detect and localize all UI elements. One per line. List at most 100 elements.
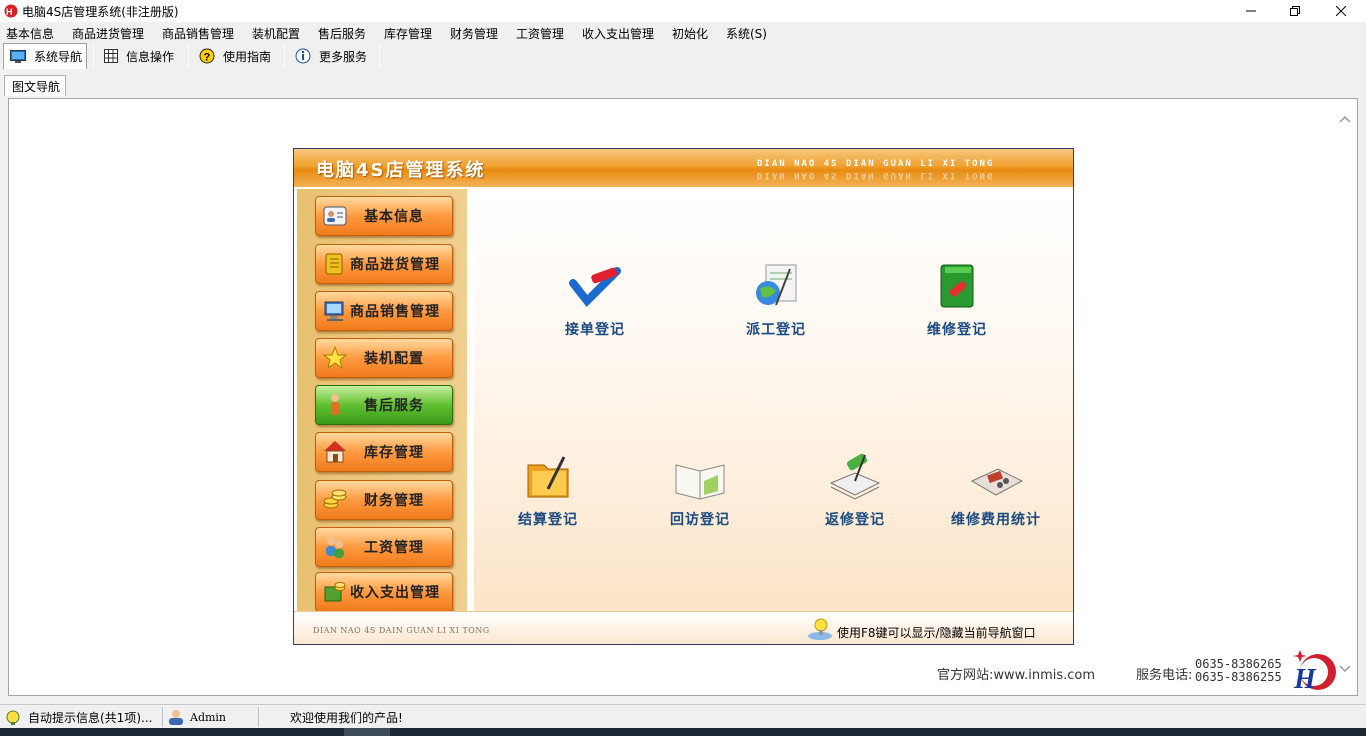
- user-icon: [169, 710, 183, 725]
- func-repair-cost-stats[interactable]: 维修费用统计: [936, 451, 1056, 529]
- restore-icon: [1290, 6, 1300, 16]
- status-divider: [162, 707, 163, 727]
- minimize-icon: [1246, 10, 1256, 12]
- nav-content: 接单登记 派工登记 维修登记 结算登记 回访登记 返修登记 维修费用统计: [474, 189, 1073, 611]
- sidebar-item-inventory[interactable]: 库存管理: [315, 432, 453, 472]
- toolbar-separator: [93, 45, 94, 67]
- status-tips-text: 自动提示信息(共1项)...: [28, 711, 153, 725]
- func-settlement-register[interactable]: 结算登记: [488, 451, 608, 529]
- sidebar-item-salary[interactable]: 工资管理: [315, 527, 453, 567]
- func-label: 回访登记: [670, 512, 730, 528]
- menu-bar: 基本信息 商品进货管理 商品销售管理 装机配置 售后服务 库存管理 财务管理 工…: [0, 22, 1366, 42]
- sidebar-item-assembly[interactable]: 装机配置: [315, 338, 453, 378]
- menu-assembly[interactable]: 装机配置: [252, 25, 300, 42]
- menu-after-sales[interactable]: 售后服务: [318, 25, 366, 42]
- svg-text:H: H: [1293, 664, 1317, 694]
- func-label: 返修登记: [825, 512, 885, 528]
- notepad-icon: [829, 453, 881, 500]
- taskbar-active-item[interactable]: [344, 728, 390, 736]
- brand-logo-icon: H: [1293, 650, 1336, 694]
- toolbar-system-nav-button[interactable]: 系统导航: [3, 43, 87, 69]
- func-order-register[interactable]: 接单登记: [535, 261, 655, 339]
- window-title: 电脑4S店管理系统(非注册版): [22, 5, 179, 19]
- menu-purchase[interactable]: 商品进货管理: [72, 25, 144, 42]
- grid-icon: [104, 49, 118, 63]
- sidebar-item-finance[interactable]: 财务管理: [315, 480, 453, 520]
- status-divider: [258, 707, 259, 727]
- toolbar-separator: [379, 45, 380, 67]
- lightbulb-icon: [808, 618, 832, 640]
- restore-button[interactable]: [1272, 0, 1318, 22]
- coins-icon: [323, 489, 347, 509]
- nav-frame: 电脑4S店管理系统 DIAN NAO 4S DIAN GUAN LI XI TO…: [293, 148, 1074, 645]
- func-label: 维修登记: [927, 322, 987, 338]
- info-icon: [295, 48, 311, 64]
- sidebar-item-after-sales[interactable]: 售后服务: [315, 385, 453, 425]
- sidebar-item-label: 商品销售管理: [350, 304, 440, 320]
- toolbar-separator: [284, 45, 285, 67]
- minimize-button[interactable]: [1228, 0, 1274, 22]
- func-repair-register[interactable]: 维修登记: [897, 261, 1017, 339]
- menu-salary[interactable]: 工资管理: [516, 25, 564, 42]
- monitor-icon: [10, 49, 26, 63]
- nav-header: 电脑4S店管理系统 DIAN NAO 4S DIAN GUAN LI XI TO…: [294, 149, 1073, 187]
- toolbar-label: 系统导航: [34, 50, 83, 64]
- toolbar-separator: [188, 45, 189, 67]
- help-icon: ?: [199, 48, 215, 64]
- tip-bulb-icon: [6, 710, 20, 725]
- tab-graphic-nav[interactable]: 图文导航: [4, 75, 66, 96]
- order-pen-icon: [569, 267, 621, 308]
- menu-basic-info[interactable]: 基本信息: [6, 25, 54, 42]
- folder-pen-icon: [527, 456, 569, 498]
- sidebar-item-label: 装机配置: [364, 351, 424, 367]
- computer-icon: [324, 301, 344, 321]
- toolbar-label: 使用指南: [223, 49, 272, 64]
- status-user-name: Admin: [190, 710, 227, 724]
- users-icon: [326, 537, 344, 558]
- func-revisit-register[interactable]: 回访登记: [640, 451, 760, 529]
- sidebar-item-label: 商品进货管理: [350, 257, 440, 273]
- toolbar-guide-button[interactable]: ? 使用指南: [193, 43, 279, 69]
- sidebar-item-sales[interactable]: 商品销售管理: [315, 291, 453, 331]
- toolbar-label: 更多服务: [319, 49, 368, 64]
- app-logo-icon: H: [4, 4, 18, 18]
- nav-title: 电脑4S店管理系统: [316, 160, 486, 181]
- toolbar-more-services-button[interactable]: 更多服务: [289, 43, 375, 69]
- sidebar-item-income-expense[interactable]: 收入支出管理: [315, 572, 453, 612]
- func-rework-register[interactable]: 返修登记: [795, 451, 915, 529]
- menu-system[interactable]: 系统(S): [726, 25, 767, 42]
- star-icon: [322, 345, 348, 370]
- toolbar-info-ops-button[interactable]: 信息操作: [98, 43, 184, 69]
- service-phone-label: 服务电话:: [1136, 668, 1193, 683]
- sidebar-item-label: 基本信息: [364, 209, 424, 225]
- sidebar-item-label: 收入支出管理: [350, 585, 440, 601]
- green-book-icon: [940, 264, 974, 308]
- func-label: 接单登记: [565, 322, 625, 338]
- ledger-icon: [325, 253, 343, 275]
- globe-doc-icon: [756, 264, 797, 306]
- nav-pinyin-reflection: DIAN NAO 4S DIAN GUAN LI XI TONG: [757, 170, 995, 180]
- menu-inventory[interactable]: 库存管理: [384, 25, 432, 42]
- menu-sales[interactable]: 商品销售管理: [162, 25, 234, 42]
- sidebar-item-label: 财务管理: [364, 493, 424, 509]
- svg-text:?: ?: [204, 52, 211, 64]
- tab-strip: 图文导航: [0, 74, 1366, 96]
- nav-sidebar: 基本信息 商品进货管理 商品销售管理 装机配置 售后服务 库存管理 财务管理 工…: [297, 189, 470, 612]
- sidebar-item-purchase[interactable]: 商品进货管理: [315, 244, 453, 284]
- sidebar-item-basic-info[interactable]: 基本信息: [315, 196, 453, 236]
- toolbar: 系统导航 信息操作 ? 使用指南 更多服务: [0, 42, 1366, 70]
- close-icon: [1336, 6, 1346, 16]
- menu-income-expense[interactable]: 收入支出管理: [582, 25, 654, 42]
- menu-finance[interactable]: 财务管理: [450, 25, 498, 42]
- official-site-link[interactable]: 官方网站:www.inmis.com: [937, 664, 1095, 683]
- func-label: 结算登记: [518, 512, 578, 528]
- title-bar: H 电脑4S店管理系统(非注册版): [0, 0, 1366, 22]
- status-tips[interactable]: 自动提示信息(共1项)...: [4, 709, 152, 726]
- func-label: 维修费用统计: [951, 512, 1041, 528]
- func-dispatch-register[interactable]: 派工登记: [716, 261, 836, 339]
- footer-pinyin: DIAN NAO 4S DAIN GUAN LI XI TONG: [313, 626, 490, 635]
- scroll-down-icon[interactable]: [1339, 665, 1351, 673]
- close-button[interactable]: [1318, 0, 1364, 22]
- menu-initialize[interactable]: 初始化: [672, 25, 708, 42]
- scroll-up-icon[interactable]: [1339, 115, 1351, 123]
